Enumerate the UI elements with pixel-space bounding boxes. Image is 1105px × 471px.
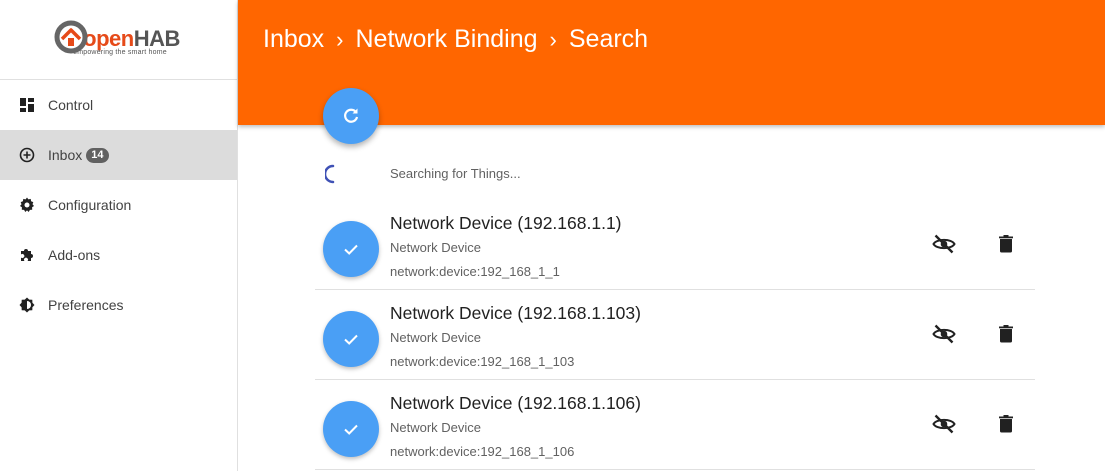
openhab-logo-icon (54, 20, 88, 54)
check-icon (344, 244, 358, 255)
breadcrumb-separator: › (549, 26, 557, 52)
dashboard-icon (19, 97, 35, 113)
check-icon (344, 424, 358, 435)
approve-button[interactable] (323, 311, 379, 367)
sidebar-item-control[interactable]: Control (0, 80, 237, 130)
gear-icon (19, 197, 35, 213)
breadcrumb-network-binding[interactable]: Network Binding (356, 25, 538, 54)
visibility-off-icon (932, 414, 956, 434)
trash-icon (999, 235, 1013, 253)
sidebar-item-preferences[interactable]: Preferences (0, 280, 237, 330)
delete-button[interactable] (993, 321, 1019, 347)
sidebar-item-label: Control (48, 97, 94, 113)
list-item: Network Device (192.168.1.1) Network Dev… (315, 200, 1035, 290)
thing-title: Network Device (192.168.1.106) (390, 393, 641, 413)
delete-button[interactable] (993, 231, 1019, 257)
ignore-button[interactable] (931, 411, 957, 437)
thing-uid: network:device:192_168_1_103 (390, 354, 575, 369)
brightness-icon (19, 297, 35, 313)
list-item: Network Device (192.168.1.103) Network D… (315, 290, 1035, 380)
sidebar-item-addons[interactable]: Add-ons (0, 230, 237, 280)
visibility-off-icon (932, 324, 956, 344)
thing-type: Network Device (390, 240, 482, 255)
ignore-button[interactable] (931, 231, 957, 257)
sidebar: openHAB empowering the smart home Contro… (0, 0, 238, 471)
list-item: Network Device (192.168.1.106) Network D… (315, 380, 1035, 470)
loading-spinner-icon (325, 164, 335, 184)
sidebar-item-inbox[interactable]: Inbox 14 (0, 130, 237, 180)
breadcrumb-inbox[interactable]: Inbox (263, 25, 324, 54)
approve-button[interactable] (323, 401, 379, 457)
openhab-logo[interactable]: openHAB empowering the smart home (53, 19, 180, 56)
thing-title: Network Device (192.168.1.1) (390, 213, 622, 233)
search-status-text: Searching for Things... (390, 166, 521, 181)
logo-area: openHAB empowering the smart home (0, 0, 237, 80)
trash-icon (999, 415, 1013, 433)
sidebar-item-configuration[interactable]: Configuration (0, 180, 237, 230)
visibility-off-icon (932, 234, 956, 254)
breadcrumb-search: Search (568, 25, 649, 53)
thing-uid: network:device:192_168_1_1 (390, 264, 560, 279)
refresh-icon (344, 108, 359, 123)
sidebar-item-label: Inbox (48, 147, 83, 163)
thing-uid: network:device:192_168_1_106 (390, 444, 575, 459)
add-circle-icon (19, 147, 35, 163)
inbox-count-badge: 14 (86, 147, 109, 163)
thing-type: Network Device (390, 330, 482, 345)
breadcrumb: Inbox › Network Binding › Search (263, 25, 648, 54)
sidebar-item-label: Configuration (48, 197, 132, 213)
ignore-button[interactable] (931, 321, 957, 347)
thing-title: Network Device (192.168.1.103) (390, 303, 641, 323)
sidebar-item-label: Preferences (48, 297, 124, 313)
puzzle-icon (19, 247, 35, 263)
discovery-results-list: Network Device (192.168.1.1) Network Dev… (315, 200, 1035, 470)
search-status: Searching for Things... (325, 164, 521, 184)
thing-type: Network Device (390, 420, 482, 435)
delete-button[interactable] (993, 411, 1019, 437)
refresh-button[interactable] (323, 88, 379, 144)
sidebar-item-label: Add-ons (48, 247, 101, 263)
approve-button[interactable] (323, 221, 379, 277)
breadcrumb-separator: › (336, 26, 344, 52)
sidebar-nav: Control Inbox 14 Configuration Add-ons P… (0, 80, 237, 330)
check-icon (344, 334, 358, 345)
trash-icon (999, 325, 1013, 343)
